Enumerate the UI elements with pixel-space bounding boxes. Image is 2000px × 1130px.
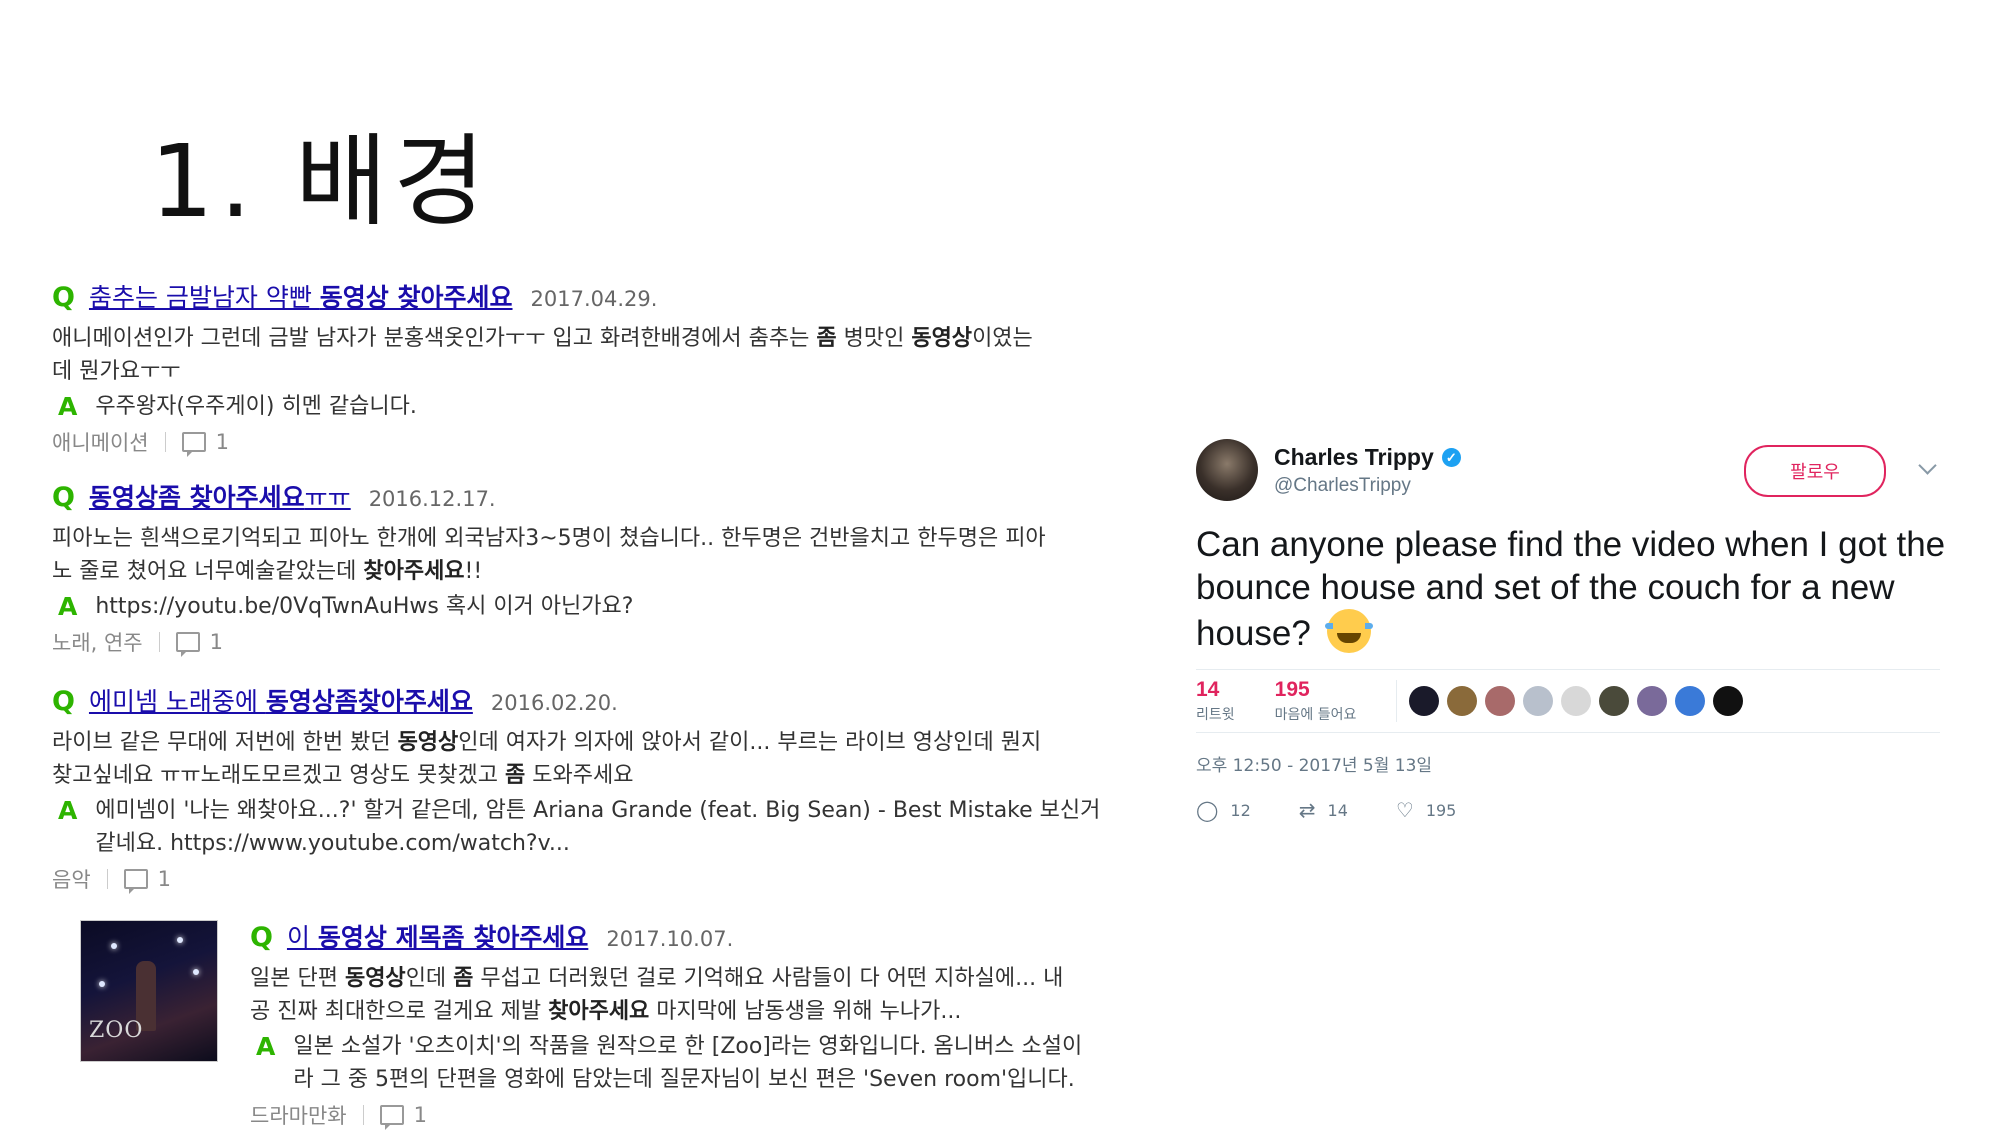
tweet-stats: 14 리트윗 195 마음에 들어요 <box>1196 669 1940 733</box>
question-body: 피아노는 흰색으로기억되고 피아노 한개에 외국남자3~5명이 쳤습니다.. 한… <box>52 526 1046 584</box>
category-link[interactable]: 노래, 연주 <box>52 627 143 657</box>
answer-text: https://youtu.be/0VqTwnAuHws 혹시 이거 아닌가요? <box>95 594 634 619</box>
light-spot <box>99 981 105 987</box>
tweet-text: Can anyone please find the video when I … <box>1196 525 1946 653</box>
slide-title: 1. 배경 <box>150 123 492 240</box>
light-spot <box>193 969 199 975</box>
verified-badge-icon: ✓ <box>1441 447 1461 467</box>
avatar[interactable] <box>1675 686 1706 716</box>
avatar[interactable] <box>1409 686 1440 716</box>
movie-thumbnail[interactable]: ZOO <box>80 920 218 1062</box>
tweet-author-name[interactable]: Charles Trippy ✓ <box>1274 444 1461 471</box>
answer-text: 일본 소설가 '오츠이치'의 작품을 원작으로 한 [Zoo]라는 영화입니다.… <box>293 1034 1083 1092</box>
answer-text: 에미넴이 '나는 왜찾아요...?' 할거 같은데, 암튼 Ariana Gra… <box>95 798 1101 856</box>
question-icon: Q <box>250 922 273 953</box>
tweet-handle[interactable]: @CharlesTrippy <box>1274 475 1461 497</box>
category-link[interactable]: 드라마만화 <box>250 1100 347 1130</box>
retweet-button[interactable]: ⇄ 14 <box>1299 798 1348 822</box>
question-date: 2017.10.07. <box>606 927 734 951</box>
follow-button[interactable]: 팔로우 <box>1744 445 1886 497</box>
retweet-icon: ⇄ <box>1298 798 1316 822</box>
avatar[interactable] <box>1713 686 1744 716</box>
reply-icon: ◯ <box>1196 798 1219 822</box>
light-spot <box>111 943 117 949</box>
question-date: 2016.02.20. <box>490 691 618 715</box>
divider <box>362 1105 364 1125</box>
comment-icon <box>379 1105 404 1130</box>
avatar[interactable] <box>1447 686 1478 716</box>
question-title-link[interactable]: 춤추는 금발남자 약빤 동영상 찾아주세요 <box>89 278 513 314</box>
question-icon: Q <box>52 686 75 717</box>
divider <box>164 432 166 452</box>
divider <box>106 869 108 889</box>
answer-icon: A <box>58 796 78 825</box>
answer-icon: A <box>58 592 78 621</box>
tears-of-joy-emoji-icon <box>1324 609 1373 653</box>
comment-count[interactable]: 1 <box>414 1103 427 1127</box>
avatar[interactable] <box>1599 686 1630 716</box>
question-title-link[interactable]: 동영상좀 찾아주세요ㅠㅠ <box>89 478 351 514</box>
answer-text: 우주왕자(우주게이) 히멘 같습니다. <box>95 394 417 419</box>
heart-icon: ♡ <box>1395 798 1414 822</box>
tweet-actions: ◯ 12 ⇄ 14 ♡ 195 <box>1196 798 1940 822</box>
thumbnail-text: ZOO <box>89 1018 144 1043</box>
avatar[interactable] <box>1637 686 1668 716</box>
category-link[interactable]: 애니메이션 <box>52 427 149 457</box>
question-body: 일본 단편 동영상인데 좀 무섭고 더러웠던 걸로 기억해요 사람들이 다 어떤… <box>250 966 1064 1024</box>
question-title-link[interactable]: 이 동영상 제목좀 찾아주세요 <box>287 918 588 954</box>
tweet-timestamp[interactable]: 오후 12:50 - 2017년 5월 13일 <box>1196 751 1940 776</box>
divider <box>158 632 160 652</box>
comment-icon <box>123 869 148 894</box>
qa-item: Q 동영상좀 찾아주세요ㅠㅠ 2016.12.17. 피아노는 흰색으로기억되고… <box>52 478 1112 657</box>
comment-count[interactable]: 1 <box>158 867 171 891</box>
question-body: 애니메이션인가 그런데 금발 남자가 분홍색옷인가ㅜㅜ 입고 화려한배경에서 춤… <box>52 326 1033 384</box>
reply-button[interactable]: ◯ 12 <box>1196 798 1251 822</box>
question-icon: Q <box>52 482 75 513</box>
liker-avatars <box>1396 680 1751 722</box>
question-body: 라이브 같은 무대에 저번에 한번 봤던 동영상인데 여자가 의자에 앉아서 같… <box>52 730 1042 788</box>
answer-icon: A <box>256 1032 276 1061</box>
like-button[interactable]: ♡ 195 <box>1396 798 1456 822</box>
qa-item: Q 이 동영상 제목좀 찾아주세요 2017.10.07. 일본 단편 동영상인… <box>250 918 1110 1130</box>
category-link[interactable]: 음악 <box>52 864 91 894</box>
like-stat[interactable]: 195 마음에 들어요 <box>1275 678 1357 724</box>
avatar[interactable] <box>1561 686 1592 716</box>
tweet-card: Charles Trippy ✓ @CharlesTrippy 팔로우 Can … <box>1196 435 1945 822</box>
avatar[interactable] <box>1523 686 1554 716</box>
question-date: 2016.12.17. <box>368 487 496 511</box>
comment-icon <box>181 432 206 457</box>
qa-item: Q 에미넴 노래중에 동영상좀찾아주세요 2016.02.20. 라이브 같은 … <box>52 682 1112 894</box>
avatar[interactable] <box>1485 686 1516 716</box>
retweet-stat[interactable]: 14 리트윗 <box>1196 678 1235 724</box>
answer-icon: A <box>58 392 78 421</box>
chevron-down-icon[interactable] <box>1918 456 1937 475</box>
question-date: 2017.04.29. <box>530 287 658 311</box>
comment-count[interactable]: 1 <box>216 430 229 454</box>
comment-count[interactable]: 1 <box>210 630 223 654</box>
question-title-link[interactable]: 에미넴 노래중에 동영상좀찾아주세요 <box>89 682 473 718</box>
light-spot <box>177 937 183 943</box>
avatar[interactable] <box>1196 439 1258 501</box>
comment-icon <box>175 632 200 657</box>
qa-item: Q 춤추는 금발남자 약빤 동영상 찾아주세요 2017.04.29. 애니메이… <box>52 278 1112 457</box>
question-icon: Q <box>52 282 75 313</box>
